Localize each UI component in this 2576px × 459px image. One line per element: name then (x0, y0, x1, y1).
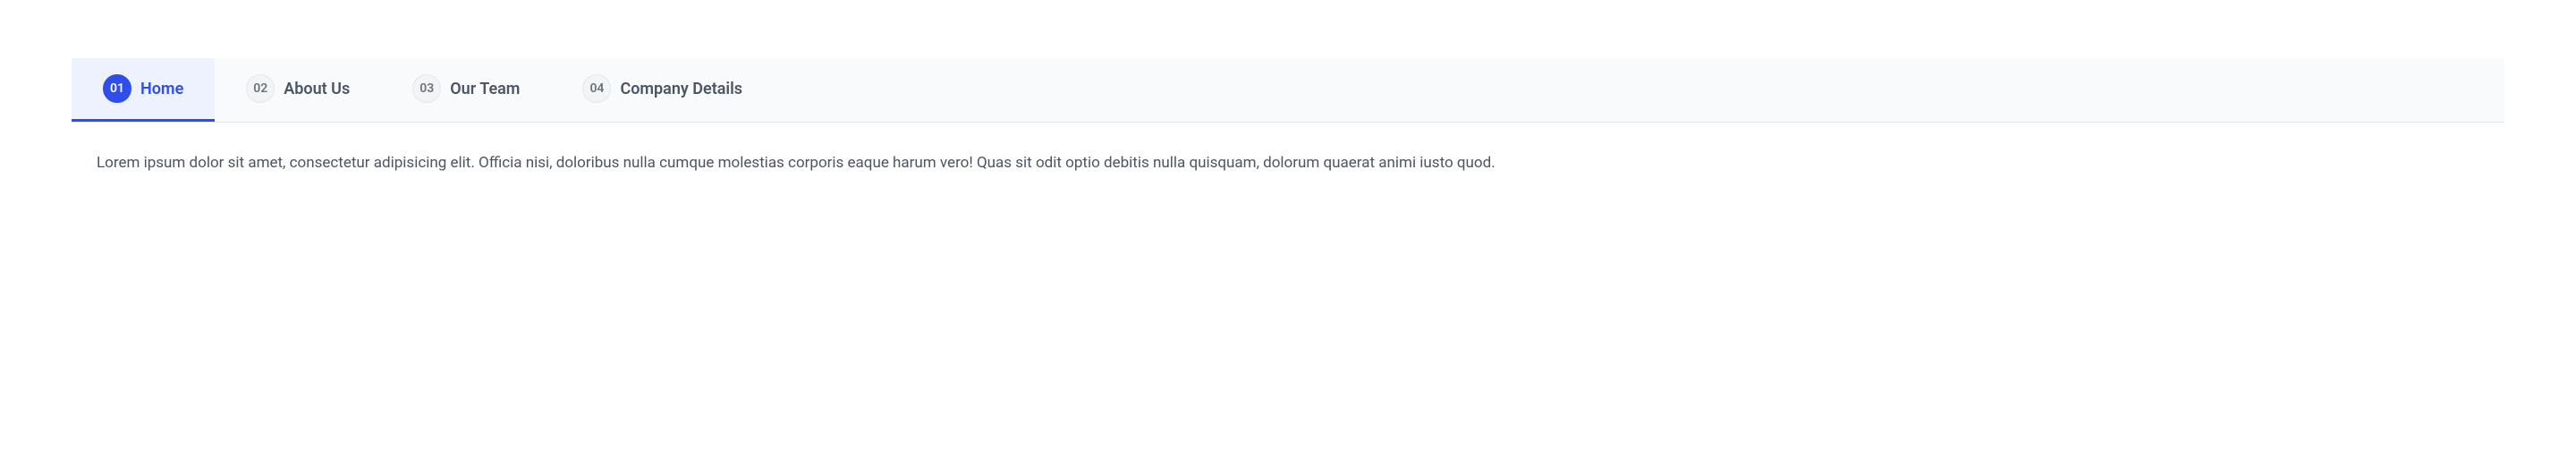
tab-label: Home (140, 80, 183, 98)
tab-home[interactable]: 01 Home (72, 58, 215, 122)
tab-content: Lorem ipsum dolor sit amet, consectetur … (72, 123, 2504, 204)
tab-number-badge: 02 (246, 74, 275, 103)
tab-label: Our Team (450, 80, 520, 98)
tab-number-badge: 03 (412, 74, 441, 103)
tab-company-details[interactable]: 04 Company Details (551, 58, 774, 122)
tab-number-badge: 01 (103, 74, 131, 103)
tab-label: About Us (284, 80, 350, 98)
tab-about-us[interactable]: 02 About Us (215, 58, 381, 122)
tab-number-badge: 04 (582, 74, 611, 103)
tab-label: Company Details (620, 80, 742, 98)
content-text: Lorem ipsum dolor sit amet, consectetur … (97, 151, 2479, 175)
tabs-nav: 01 Home 02 About Us 03 Our Team 04 Compa… (72, 58, 2504, 123)
tabs-container: 01 Home 02 About Us 03 Our Team 04 Compa… (72, 58, 2504, 204)
tab-our-team[interactable]: 03 Our Team (381, 58, 551, 122)
